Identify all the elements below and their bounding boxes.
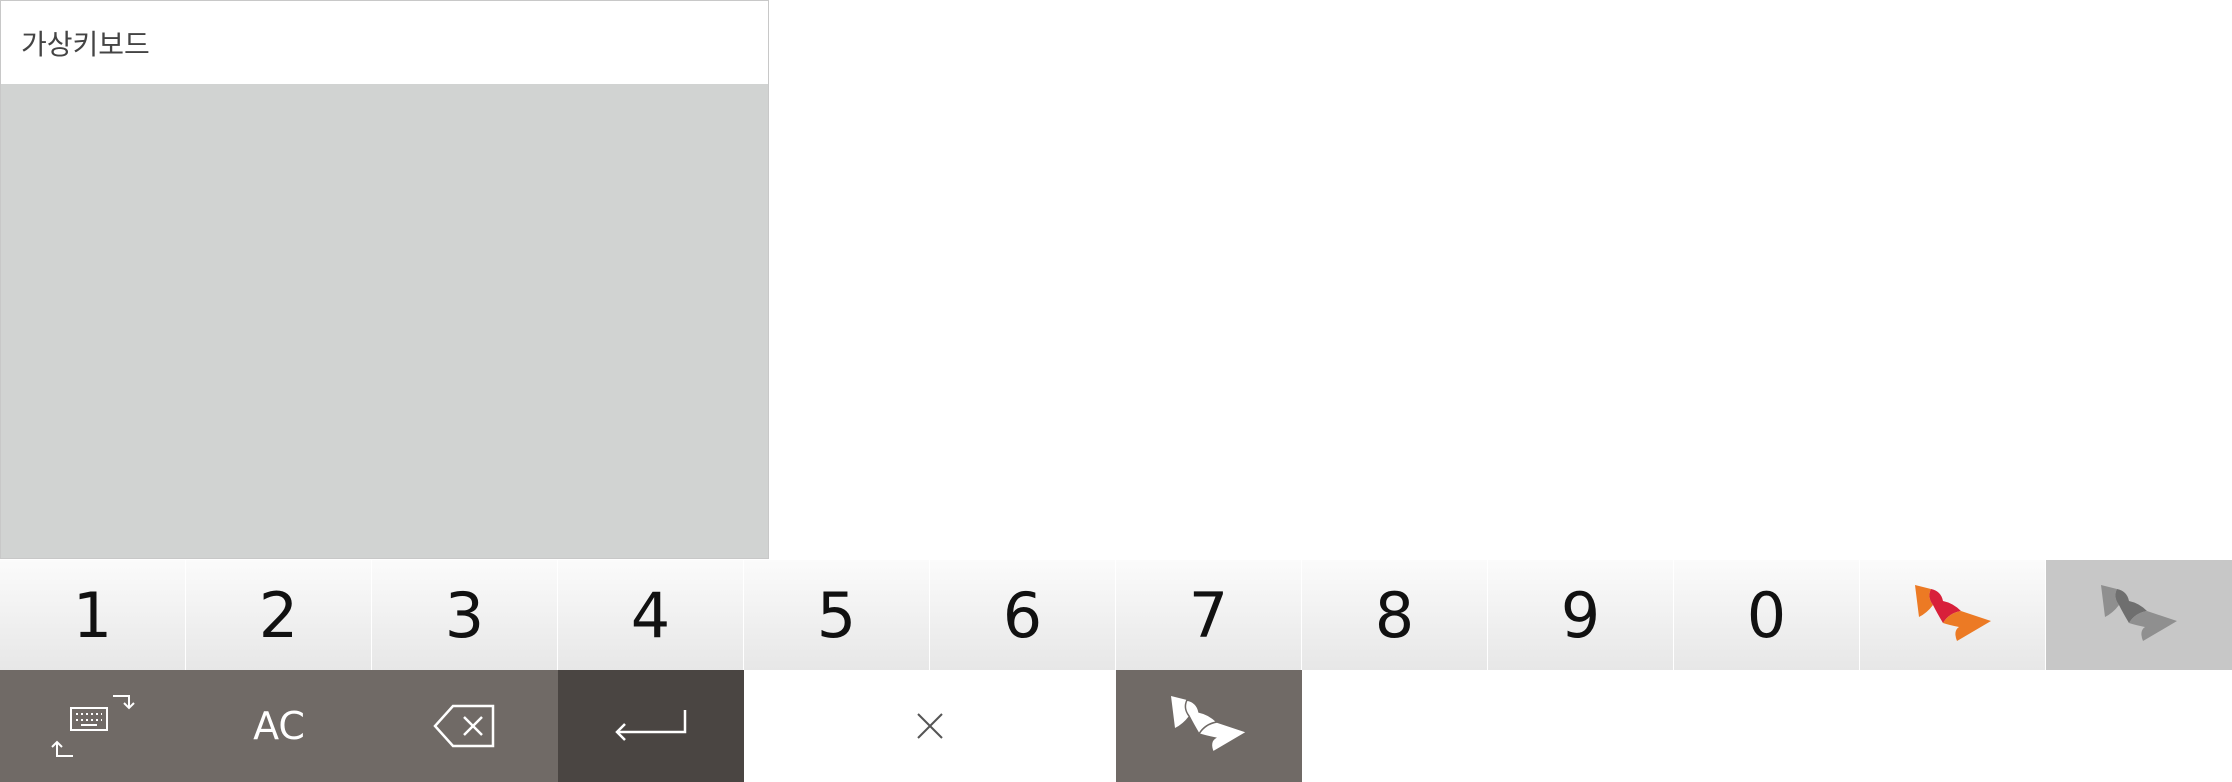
panel-title: 가상키보드 <box>1 1 768 84</box>
close-button[interactable] <box>744 670 1116 782</box>
enter-button[interactable] <box>558 670 744 782</box>
key-7[interactable]: 7 <box>1116 560 1302 670</box>
key-1[interactable]: 1 <box>0 560 186 670</box>
function-row: AC <box>0 670 1302 782</box>
enter-icon <box>615 710 687 741</box>
key-5[interactable]: 5 <box>744 560 930 670</box>
key-2[interactable]: 2 <box>186 560 372 670</box>
backspace-button[interactable] <box>372 670 558 782</box>
ac-button[interactable]: AC <box>186 670 372 782</box>
sk-logo-gray-icon <box>2101 585 2177 641</box>
logo-key[interactable] <box>1860 560 2046 670</box>
sk-logo-color-icon <box>1914 585 1991 641</box>
key-0[interactable]: 0 <box>1674 560 1860 670</box>
key-4[interactable]: 4 <box>558 560 744 670</box>
number-row: 1 2 3 4 5 6 7 8 9 0 <box>0 560 2232 670</box>
virtual-keyboard-panel: 가상키보드 <box>0 0 769 559</box>
close-icon <box>917 713 943 739</box>
sk-logo-white-icon <box>1171 696 1249 754</box>
key-9[interactable]: 9 <box>1488 560 1674 670</box>
key-6[interactable]: 6 <box>930 560 1116 670</box>
key-8[interactable]: 8 <box>1302 560 1488 670</box>
logo-key-active[interactable] <box>2046 560 2232 670</box>
backspace-icon <box>433 704 495 748</box>
keyboard-switch-button[interactable] <box>0 670 186 782</box>
key-3[interactable]: 3 <box>372 560 558 670</box>
keyboard-switch-icon <box>51 695 135 757</box>
logo-action-button[interactable] <box>1116 670 1302 782</box>
